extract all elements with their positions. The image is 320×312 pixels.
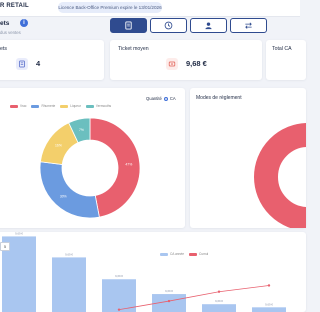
period-select[interactable]: 5 xyxy=(0,242,10,251)
bar[interactable] xyxy=(102,279,136,312)
kpi-value: 9,68 € xyxy=(186,59,207,68)
tab-document[interactable] xyxy=(110,18,147,33)
donut-chart: 47% 30% 16% 7% xyxy=(39,117,141,219)
toggle-ca-label[interactable]: CA xyxy=(170,96,176,101)
bar-label: 9,69 € xyxy=(15,232,23,235)
payment-donut-chart xyxy=(254,123,306,228)
clock-icon xyxy=(164,21,173,30)
transfer-arrows-icon xyxy=(245,22,252,29)
bar-label: 9,69 € xyxy=(115,274,123,278)
cumul-point[interactable] xyxy=(117,308,121,311)
slice-label: 47% xyxy=(125,163,132,167)
sales-by-category-panel: Vrac Rhumerie Liqueur Vermouths 47% 30% 16… xyxy=(0,88,185,228)
license-banner: Licence Back-Office Premium expire le 13… xyxy=(58,2,162,13)
donut-slice[interactable] xyxy=(89,117,141,218)
metric-toggle: Quantité CA xyxy=(146,96,176,101)
user-icon xyxy=(205,22,212,30)
cumul-point[interactable] xyxy=(217,290,221,293)
bar[interactable] xyxy=(202,304,236,312)
app-name: R RETAIL xyxy=(0,3,29,9)
toggle-switch[interactable] xyxy=(163,96,168,101)
receipt-icon xyxy=(16,58,28,70)
donut-slice[interactable] xyxy=(39,161,100,219)
cumul-point[interactable] xyxy=(267,284,271,287)
document-icon xyxy=(125,21,132,30)
kpi-card-total-revenue: Total CA xyxy=(266,40,306,80)
toggle-quantity-label[interactable]: Quantité xyxy=(146,96,162,101)
kpi-card-sales-count: ets 4 xyxy=(0,40,104,80)
kpi-label: Total CA xyxy=(272,46,292,52)
bar-chart: 9,69 €9,69 €9,69 €9,69 €9,69 €9,69 € xyxy=(2,232,286,312)
tab-clock[interactable] xyxy=(150,18,187,33)
bar[interactable] xyxy=(252,307,286,312)
bar-label: 9,69 € xyxy=(65,252,73,256)
view-tabs xyxy=(110,18,267,34)
subheader: ets i dus ventes xyxy=(0,18,300,40)
kpi-label: ets xyxy=(0,46,7,52)
payment-modes-panel: Modes de règlement xyxy=(190,88,306,228)
info-icon[interactable]: i xyxy=(20,19,28,27)
slice-label: 30% xyxy=(60,195,67,199)
kpi-label: Ticket moyen xyxy=(118,46,149,52)
bar-label: 9,69 € xyxy=(165,289,173,293)
kpi-card-average-ticket: Ticket moyen 9,68 € xyxy=(110,40,262,80)
wallet-icon xyxy=(166,58,178,70)
slice-label: 16% xyxy=(55,143,62,147)
cumul-line xyxy=(118,285,270,311)
bar-label: 9,69 € xyxy=(265,302,273,306)
kpi-value: 4 xyxy=(36,59,41,68)
page-title: ets xyxy=(0,20,10,27)
top-bar: R RETAIL Licence Back-Office Premium exp… xyxy=(0,0,300,17)
tab-user[interactable] xyxy=(190,18,227,33)
cumul-point[interactable] xyxy=(167,299,171,303)
slice-label: 7% xyxy=(79,128,84,132)
revenue-bar-panel: CA année Cumul 9,69 €9,69 €9,69 €9,69 €9… xyxy=(0,232,306,312)
payment-donut-ring xyxy=(254,123,306,228)
page-subtitle: dus ventes xyxy=(0,30,21,35)
bar[interactable] xyxy=(52,257,86,312)
tab-transfer[interactable] xyxy=(230,18,267,33)
